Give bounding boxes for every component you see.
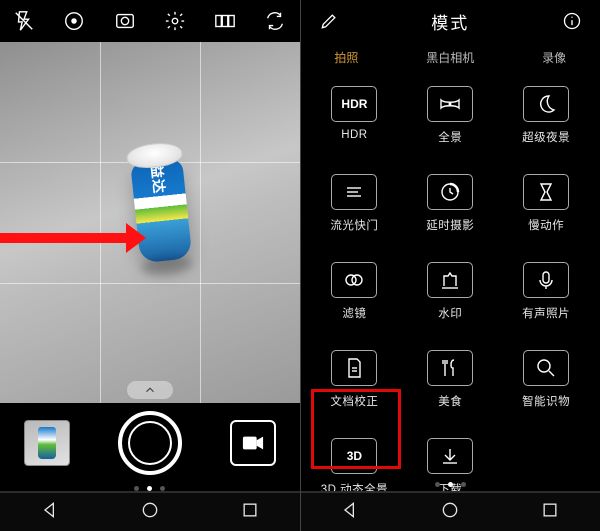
- wide-aperture-icon[interactable]: [111, 7, 139, 35]
- filter-icon[interactable]: [211, 7, 239, 35]
- filter-mode-icon: [331, 262, 377, 298]
- mode-supernight[interactable]: 超级夜景: [503, 86, 589, 145]
- android-nav-bar: [301, 491, 600, 531]
- mode-panorama[interactable]: 全景: [407, 86, 493, 145]
- switch-camera-icon[interactable]: [261, 7, 289, 35]
- edit-icon[interactable]: [315, 11, 343, 31]
- shutter-button[interactable]: [118, 411, 182, 475]
- mode-slowmotion[interactable]: 慢动作: [503, 174, 589, 233]
- watermark-icon: [427, 262, 473, 298]
- grid-line: [100, 42, 101, 403]
- nav-recent-icon[interactable]: [540, 500, 560, 525]
- swipe-handle[interactable]: [127, 381, 173, 399]
- night-icon: [523, 86, 569, 122]
- download-icon: [427, 438, 473, 474]
- camera-screen: 益达: [0, 0, 301, 531]
- mode-lightpainting[interactable]: 流光快门: [311, 174, 397, 233]
- camera-viewfinder[interactable]: 益达: [0, 42, 300, 403]
- tab-photo[interactable]: 拍照: [334, 49, 358, 66]
- flash-off-icon[interactable]: [10, 7, 38, 35]
- camera-top-toolbar: [0, 0, 300, 42]
- modes-tabs: 拍照 黑白相机 录像: [301, 42, 600, 72]
- mode-docscan[interactable]: 文档校正: [311, 350, 397, 409]
- mode-3d-panorama[interactable]: 3D 3D 动态全景: [311, 438, 397, 497]
- gallery-thumbnail[interactable]: [24, 420, 70, 466]
- nav-home-icon[interactable]: [140, 500, 160, 525]
- camera-bottom-controls: [0, 403, 300, 483]
- modes-title: 模式: [431, 9, 469, 34]
- video-mode-button[interactable]: [230, 420, 276, 466]
- mode-food[interactable]: 美食: [407, 350, 493, 409]
- audio-icon: [523, 262, 569, 298]
- hdr-icon: HDR: [331, 86, 377, 122]
- annotation-arrow: [0, 233, 128, 243]
- mode-timelapse[interactable]: 延时摄影: [407, 174, 493, 233]
- food-icon: [427, 350, 473, 386]
- tab-video[interactable]: 录像: [542, 49, 566, 66]
- settings-icon[interactable]: [161, 7, 189, 35]
- mode-filter[interactable]: 滤镜: [311, 262, 397, 321]
- mode-watermark[interactable]: 水印: [407, 262, 493, 321]
- mode-audiophoto[interactable]: 有声照片: [503, 262, 589, 321]
- panorama-icon: [427, 86, 473, 122]
- slowmo-icon: [523, 174, 569, 210]
- page-indicator: [301, 482, 600, 487]
- info-icon[interactable]: [558, 11, 586, 31]
- nav-back-icon[interactable]: [40, 500, 60, 525]
- document-icon: [331, 350, 377, 386]
- android-nav-bar: [0, 491, 300, 531]
- nav-back-icon[interactable]: [340, 500, 360, 525]
- mode-download[interactable]: 下载: [407, 438, 493, 497]
- nav-recent-icon[interactable]: [240, 500, 260, 525]
- modes-screen: 模式 拍照 黑白相机 录像 HDR HDR 全景 超级夜景 流光快门: [301, 0, 600, 531]
- aperture-icon[interactable]: [60, 7, 88, 35]
- modes-header: 模式: [301, 0, 600, 42]
- mode-hdr[interactable]: HDR HDR: [311, 86, 397, 141]
- mode-objectrecognition[interactable]: 智能识物: [503, 350, 589, 409]
- grid-line: [0, 283, 300, 284]
- grid-line: [200, 42, 201, 403]
- subject-bottle: 益达: [125, 140, 196, 275]
- search-icon: [523, 350, 569, 386]
- timelapse-icon: [427, 174, 473, 210]
- 3d-icon: 3D: [331, 438, 377, 474]
- modes-grid: HDR HDR 全景 超级夜景 流光快门 延时摄影 慢动作: [301, 78, 600, 477]
- tab-mono[interactable]: 黑白相机: [426, 49, 474, 66]
- lightpaint-icon: [331, 174, 377, 210]
- nav-home-icon[interactable]: [440, 500, 460, 525]
